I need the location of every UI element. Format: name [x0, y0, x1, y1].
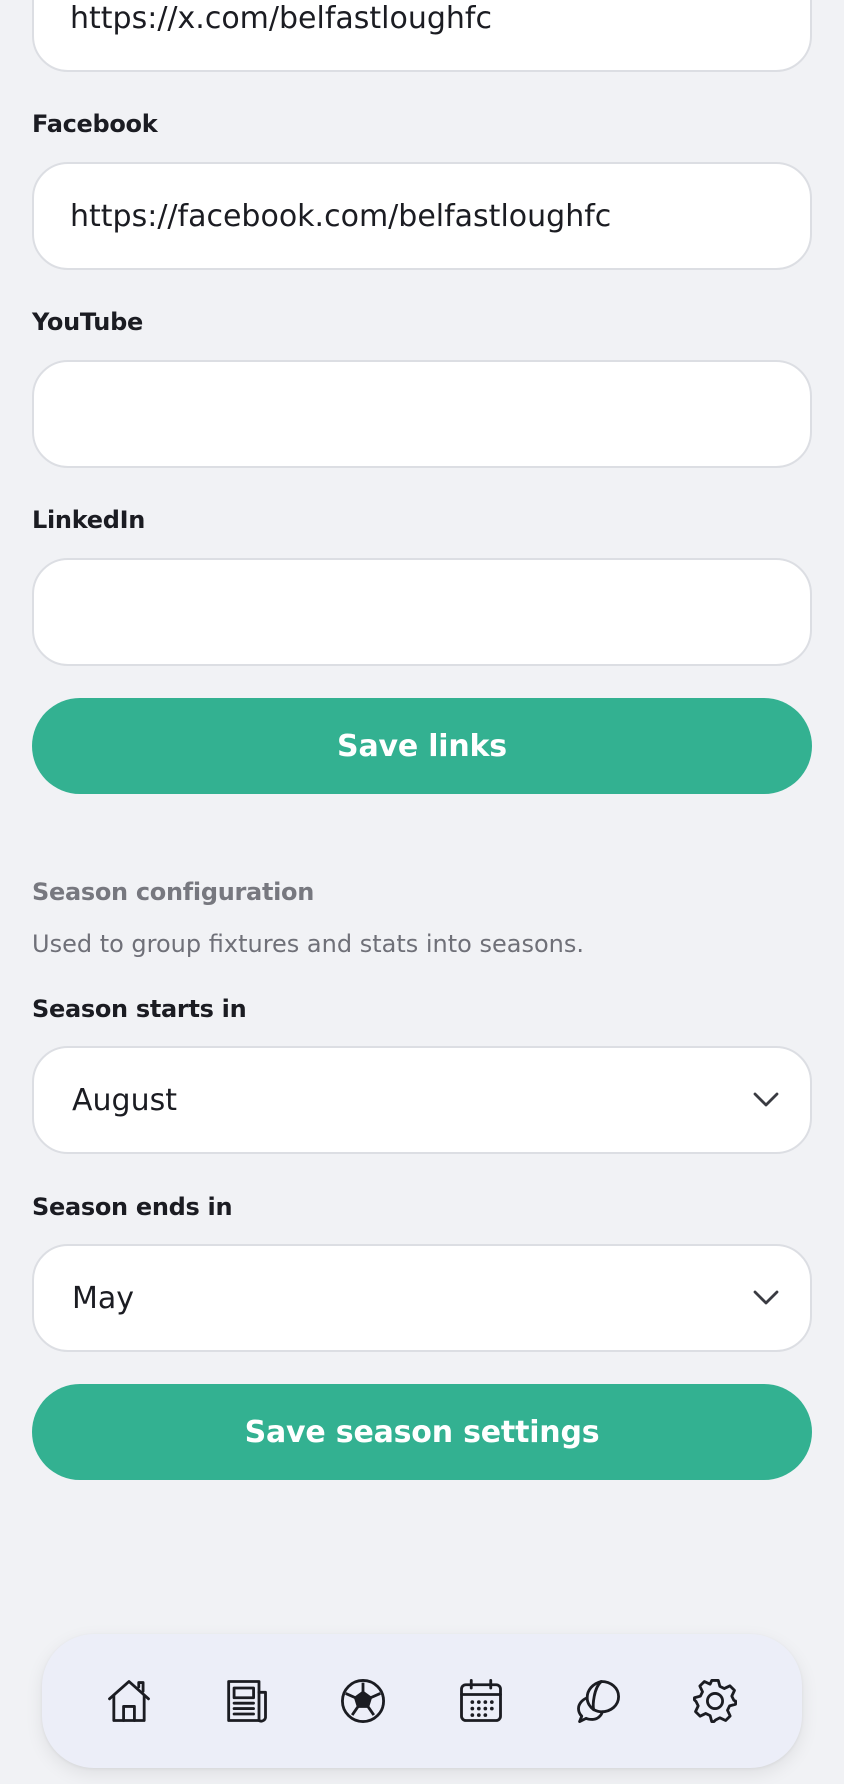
nav-chat[interactable] — [568, 1671, 628, 1731]
save-links-button[interactable]: Save links — [32, 698, 812, 794]
nav-news[interactable] — [216, 1671, 276, 1731]
youtube-url-field[interactable] — [32, 360, 812, 468]
season-ends-select[interactable]: May — [32, 1244, 812, 1352]
facebook-label: Facebook — [32, 110, 158, 138]
chat-icon — [577, 1680, 620, 1723]
nav-calendar[interactable] — [451, 1671, 511, 1731]
chevron-down-icon — [752, 1086, 780, 1114]
season-section-title: Season configuration — [32, 878, 315, 906]
nav-home[interactable] — [99, 1671, 159, 1731]
facebook-url-value: https://facebook.com/belfastloughfc — [70, 198, 612, 234]
bottom-navigation — [42, 1634, 802, 1768]
home-icon — [107, 1680, 150, 1722]
season-starts-select[interactable]: August — [32, 1046, 812, 1154]
nav-settings[interactable] — [685, 1671, 745, 1731]
season-ends-label: Season ends in — [32, 1193, 233, 1221]
settings-icon — [693, 1679, 738, 1723]
linkedin-label: LinkedIn — [32, 506, 145, 534]
football-icon — [341, 1679, 386, 1723]
x-url-value: https://x.com/belfastloughfc — [70, 0, 492, 36]
calendar-icon — [459, 1679, 502, 1722]
season-section-description: Used to group fixtures and stats into se… — [32, 930, 584, 958]
nav-matches[interactable] — [333, 1671, 393, 1731]
news-icon — [227, 1680, 267, 1723]
youtube-label: YouTube — [32, 308, 143, 336]
facebook-url-field[interactable]: https://facebook.com/belfastloughfc — [32, 162, 812, 270]
season-starts-label: Season starts in — [32, 995, 247, 1023]
chevron-down-icon — [752, 1284, 780, 1312]
linkedin-url-field[interactable] — [32, 558, 812, 666]
season-starts-value: August — [72, 1082, 177, 1118]
season-ends-value: May — [72, 1280, 135, 1316]
x-url-field[interactable]: https://x.com/belfastloughfc — [32, 0, 812, 72]
save-season-settings-button[interactable]: Save season settings — [32, 1384, 812, 1480]
